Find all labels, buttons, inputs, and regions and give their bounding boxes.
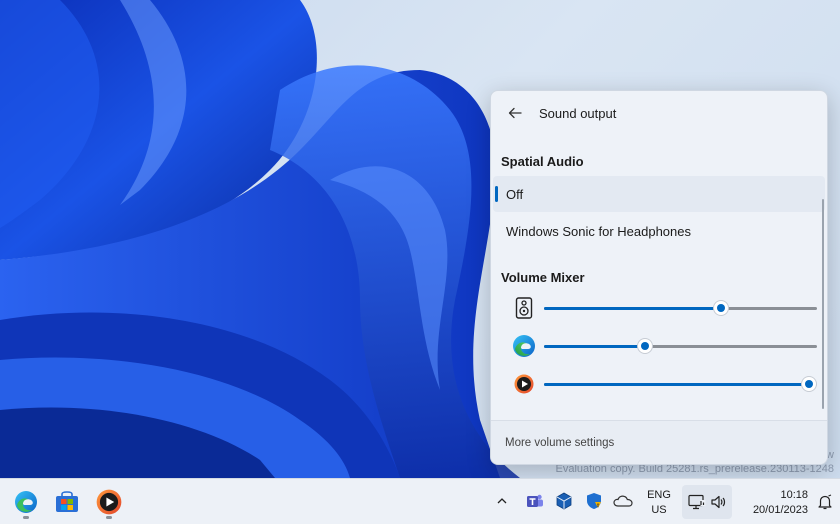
show-hidden-icons-button[interactable] [491,490,513,512]
quick-settings-button[interactable] [682,485,732,519]
sound-output-flyout: Sound output Spatial Audio Off Windows S… [490,90,828,465]
teams-tray-button[interactable] [524,490,546,512]
notification-center-button[interactable] [814,491,836,513]
network-icon [688,494,706,510]
back-arrow-icon [508,107,522,119]
back-button[interactable] [497,95,533,131]
volume-mixer-heading: Volume Mixer [501,270,585,285]
edge-volume-slider[interactable] [544,337,817,355]
slider-thumb[interactable] [638,339,652,353]
taskbar-store-button[interactable] [49,484,85,520]
clock-time: 10:18 [780,489,808,501]
notification-bell-icon [818,494,832,510]
edge-icon [511,333,537,359]
onedrive-icon [613,495,633,507]
chevron-up-icon [497,498,507,504]
media-player-icon [511,371,537,397]
flyout-title: Sound output [539,105,617,121]
slider-fill [544,383,809,386]
language-code: ENG [647,489,671,501]
speaker-icon [511,295,537,321]
mixer-row-edge [511,333,821,359]
system-volume-slider[interactable] [544,299,817,317]
more-volume-settings-link[interactable]: More volume settings [505,437,614,449]
mixer-row-system [511,295,821,321]
flyout-scrollbar[interactable] [822,199,824,409]
spatial-audio-option-windows-sonic[interactable]: Windows Sonic for Headphones [493,213,825,249]
edge-icon [15,491,37,513]
media-player-volume-slider[interactable] [544,375,817,393]
taskbar-media-player-button[interactable] [91,484,127,520]
mixer-row-media-player [511,371,821,397]
virtualbox-tray-button[interactable] [553,490,575,512]
media-player-icon [96,489,122,515]
virtualbox-icon [556,492,572,510]
taskbar-clock[interactable]: 10:18 20/01/2023 [738,488,808,518]
defender-icon [587,493,601,509]
defender-tray-button[interactable] [583,490,605,512]
selection-indicator [495,186,498,202]
running-indicator [106,516,112,519]
slider-thumb[interactable] [714,301,729,315]
input-language-indicator[interactable]: ENG US [645,488,673,518]
slider-thumb[interactable] [801,377,816,391]
option-label: Windows Sonic for Headphones [506,223,691,239]
volume-icon [711,495,726,509]
spatial-audio-option-off[interactable]: Off [493,176,825,212]
region-code: US [651,504,667,516]
flyout-header: Sound output [491,91,827,135]
slider-fill [544,345,645,348]
store-icon [56,491,78,512]
teams-icon [527,494,543,507]
slider-fill [544,307,722,310]
option-label: Off [506,186,524,202]
taskbar: ENG US 10:18 20/01/2023 [0,478,840,524]
taskbar-edge-button[interactable] [8,484,44,520]
spatial-audio-heading: Spatial Audio [501,154,584,169]
onedrive-tray-button[interactable] [612,490,634,512]
clock-date: 20/01/2023 [752,504,808,516]
flyout-footer: More volume settings [491,420,827,464]
running-indicator [23,516,29,519]
